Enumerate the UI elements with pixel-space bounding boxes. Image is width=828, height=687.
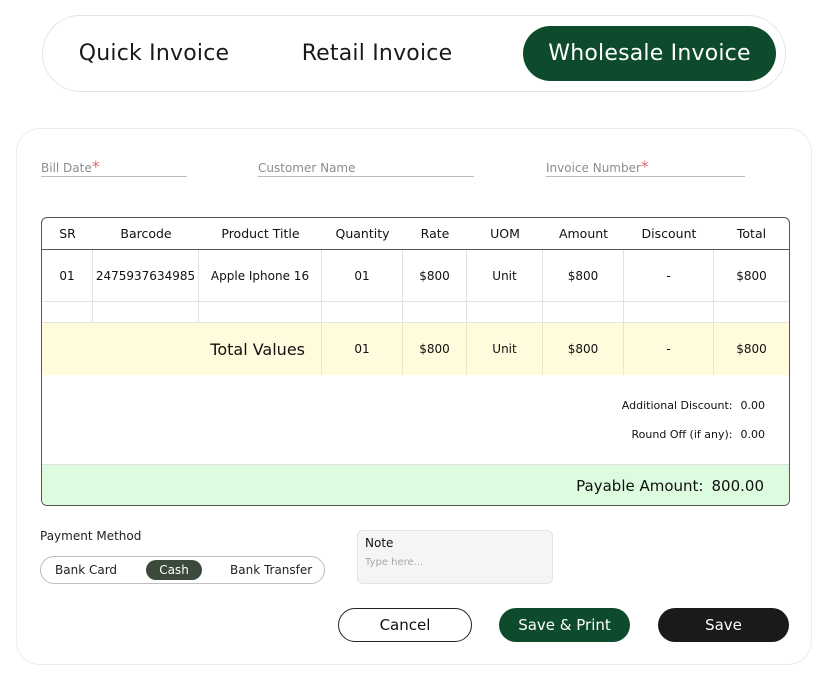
column-header-sr: SR xyxy=(59,226,76,241)
cell-total: $800 xyxy=(736,268,767,283)
tab-retail-invoice[interactable]: Retail Invoice xyxy=(283,16,471,91)
column-header-uom: UOM xyxy=(490,226,520,241)
table-row[interactable]: 01 2475937634985 Apple Iphone 16 01 $800… xyxy=(42,250,789,302)
invoice-type-tabs: Quick Invoice Retail Invoice Wholesale I… xyxy=(42,15,786,92)
invoice-number-label: Invoice Number xyxy=(546,161,641,175)
totals-row: Total Values 01 $800 Unit $800 - $800 xyxy=(42,323,789,375)
round-off-value: 0.00 xyxy=(740,428,766,441)
payable-amount-label: Payable Amount: xyxy=(576,476,704,495)
payment-method-label: Payment Method xyxy=(40,529,142,543)
cell-barcode: 2475937634985 xyxy=(93,250,199,301)
totals-uom: Unit xyxy=(467,323,543,375)
totals-rate: $800 xyxy=(403,323,467,375)
bill-date-field[interactable]: Bill Date* xyxy=(41,157,187,177)
invoice-table: SR Barcode Product Title Quantity Rate U… xyxy=(41,217,790,506)
cancel-button[interactable]: Cancel xyxy=(338,608,472,642)
totals-label: Total Values xyxy=(42,323,322,375)
table-header-row: SR Barcode Product Title Quantity Rate U… xyxy=(42,218,789,250)
empty-cell xyxy=(93,302,199,322)
empty-cell xyxy=(467,302,543,322)
tab-wholesale-invoice[interactable]: Wholesale Invoice xyxy=(523,26,776,81)
customer-name-field[interactable]: Customer Name xyxy=(258,157,474,177)
empty-cell xyxy=(403,302,467,322)
cell-rate: $800 xyxy=(403,250,467,301)
additional-discount: Additional Discount: 0.00 xyxy=(622,399,765,412)
totals-amount: $800 xyxy=(543,323,624,375)
payment-option-bank-card[interactable]: Bank Card xyxy=(55,563,117,577)
bill-date-label: Bill Date xyxy=(41,161,92,175)
payment-option-bank-transfer[interactable]: Bank Transfer xyxy=(230,563,312,577)
cell-amount: $800 xyxy=(543,250,624,301)
invoice-card: Bill Date* Customer Name Invoice Number*… xyxy=(16,128,812,665)
save-print-button[interactable]: Save & Print xyxy=(499,608,630,642)
empty-cell xyxy=(624,302,714,322)
payable-amount-value: 800.00 xyxy=(711,476,765,495)
totals-total: $800 xyxy=(736,342,767,356)
column-header-quantity: Quantity xyxy=(335,226,390,241)
totals-discount: - xyxy=(624,323,714,375)
tab-quick-invoice[interactable]: Quick Invoice xyxy=(63,16,245,91)
column-header-discount: Discount xyxy=(641,226,697,241)
cell-sr: 01 xyxy=(42,250,93,301)
note-label: Note xyxy=(365,536,394,550)
round-off-label: Round Off (if any): xyxy=(631,428,733,441)
note-input[interactable] xyxy=(365,557,545,568)
payment-option-cash[interactable]: Cash xyxy=(146,560,202,580)
required-mark: * xyxy=(91,157,100,176)
column-header-product-title: Product Title xyxy=(221,226,300,241)
column-header-amount: Amount xyxy=(558,226,609,241)
cell-discount: - xyxy=(624,250,714,301)
column-header-total: Total xyxy=(736,226,767,241)
table-row-empty[interactable] xyxy=(42,302,789,323)
column-header-rate: Rate xyxy=(420,226,450,241)
empty-cell xyxy=(322,302,403,322)
empty-cell xyxy=(543,302,624,322)
empty-cell xyxy=(42,302,93,322)
totals-quantity: 01 xyxy=(322,323,403,375)
save-button[interactable]: Save xyxy=(658,608,789,642)
required-mark: * xyxy=(640,157,649,176)
payable-amount-row: Payable Amount: 800.00 xyxy=(42,464,789,505)
customer-name-label: Customer Name xyxy=(258,161,356,175)
invoice-number-field[interactable]: Invoice Number* xyxy=(546,157,745,177)
empty-cell xyxy=(199,302,322,322)
empty-cell xyxy=(714,302,789,322)
column-header-barcode: Barcode xyxy=(120,226,172,241)
payment-method-selector: Bank Card Cash Bank Transfer xyxy=(40,556,325,584)
additional-discount-label: Additional Discount: xyxy=(621,399,733,412)
additional-discount-value: 0.00 xyxy=(740,399,766,412)
cell-quantity: 01 xyxy=(322,250,403,301)
round-off: Round Off (if any): 0.00 xyxy=(632,428,765,441)
note-box: Note xyxy=(357,530,553,584)
cell-uom: Unit xyxy=(467,250,543,301)
cell-product-title: Apple Iphone 16 xyxy=(199,250,322,301)
